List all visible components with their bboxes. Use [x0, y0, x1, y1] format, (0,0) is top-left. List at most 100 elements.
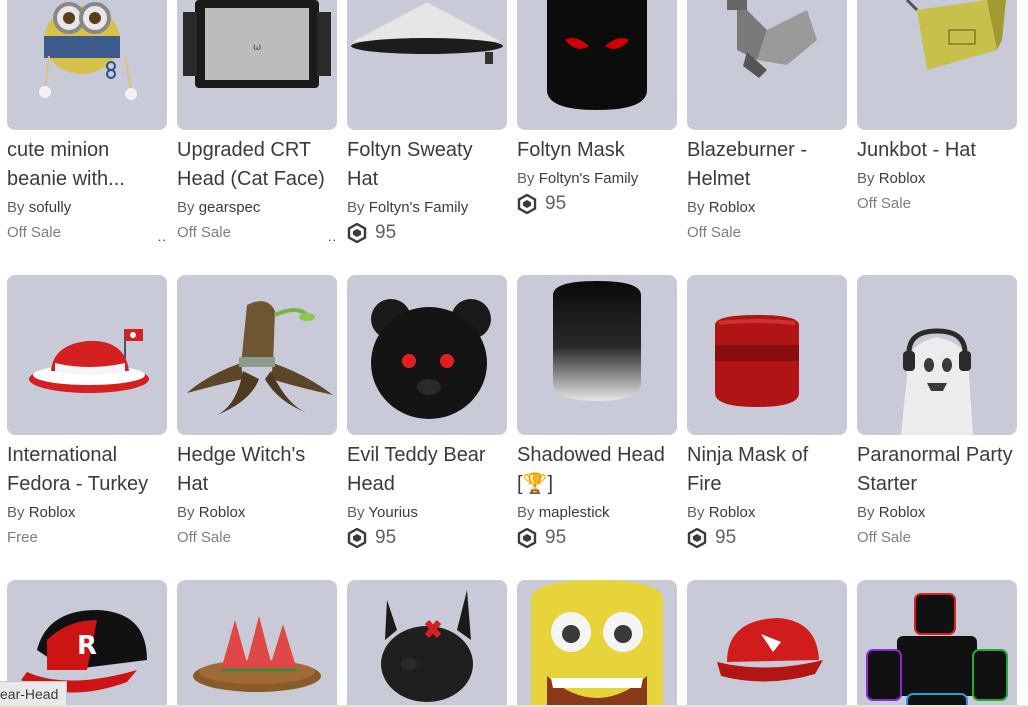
item-name[interactable]: International Fedora - Turkey — [7, 441, 167, 499]
item-card[interactable] — [347, 580, 507, 707]
item-creator: By Roblox — [687, 198, 847, 218]
creator-link[interactable]: Roblox — [199, 504, 246, 521]
item-thumbnail[interactable] — [687, 0, 847, 130]
item-thumbnail[interactable] — [687, 275, 847, 435]
blazeburner-helmet-image — [727, 0, 817, 78]
evil-teddy-image — [371, 299, 491, 419]
item-name[interactable]: Foltyn Sweaty Hat — [347, 136, 507, 194]
item-price: Off Sale .. — [7, 223, 167, 244]
item-card[interactable]: Foltyn Mask By Foltyn's Family 95 — [517, 0, 677, 243]
robux-icon — [517, 528, 537, 548]
svg-text:ω: ω — [253, 42, 261, 53]
item-price: Free — [7, 528, 167, 548]
by-label: By — [177, 504, 195, 521]
item-thumbnail[interactable] — [517, 580, 677, 707]
item-card[interactable]: Hedge Witch's Hat By Roblox Off Sale — [177, 275, 337, 548]
item-card[interactable] — [857, 580, 1017, 707]
item-card[interactable]: Blazeburner - Helmet By Roblox Off Sale — [687, 0, 847, 243]
by-label: By — [347, 199, 365, 216]
item-price: 95 — [517, 528, 677, 548]
item-thumbnail[interactable] — [687, 580, 847, 707]
item-creator: By sofully — [7, 198, 167, 218]
price-text: 95 — [375, 527, 397, 548]
item-price: Off Sale — [177, 528, 337, 548]
item-thumbnail[interactable] — [177, 275, 337, 435]
item-name[interactable]: Shadowed Head [🏆] — [517, 441, 677, 499]
item-creator: By Roblox — [177, 503, 337, 523]
item-card[interactable] — [517, 580, 677, 707]
creator-link[interactable]: Roblox — [879, 170, 926, 187]
creator-link[interactable]: maplestick — [539, 504, 610, 521]
creator-link[interactable]: sofully — [29, 199, 72, 216]
item-name[interactable]: Junkbot - Hat — [857, 136, 1017, 165]
item-card[interactable]: ω Upgraded CRT Head (Cat Face) By gearsp… — [177, 0, 337, 244]
price-text: Off Sale — [687, 224, 741, 241]
by-label: By — [857, 504, 875, 521]
item-thumbnail[interactable] — [347, 0, 507, 130]
foltyn-mask-image — [547, 0, 647, 110]
creator-link[interactable]: Roblox — [709, 199, 756, 216]
item-creator: By Foltyn's Family — [517, 169, 677, 189]
paranormal-ghost-image — [901, 328, 973, 435]
item-name[interactable]: Blazeburner - Helmet — [687, 136, 847, 194]
item-card[interactable]: Evil Teddy Bear Head By Yourius 95 — [347, 275, 507, 548]
item-creator: By Roblox — [687, 503, 847, 523]
item-name[interactable]: Upgraded CRT Head (Cat Face) — [177, 136, 337, 194]
item-card[interactable]: cute minion beanie with... By sofully Of… — [7, 0, 167, 244]
item-thumbnail[interactable] — [517, 0, 677, 130]
item-price: 95 — [347, 528, 507, 548]
item-price: 95 — [687, 528, 847, 548]
creator-link[interactable]: Foltyn's Family — [369, 199, 469, 216]
item-card[interactable]: Ninja Mask of Fire By Roblox 95 — [687, 275, 847, 548]
item-thumbnail[interactable] — [347, 580, 507, 707]
more-dots-icon[interactable]: .. — [158, 227, 167, 247]
item-creator: By Foltyn's Family — [347, 198, 507, 218]
creator-link[interactable]: Roblox — [879, 504, 926, 521]
more-dots-icon[interactable]: .. — [328, 227, 337, 247]
by-label: By — [517, 170, 535, 187]
by-label: By — [7, 504, 25, 521]
item-name[interactable]: Hedge Witch's Hat — [177, 441, 337, 499]
item-card[interactable]: International Fedora - Turkey By Roblox … — [7, 275, 167, 548]
item-thumbnail[interactable] — [177, 580, 337, 707]
item-thumbnail[interactable] — [857, 0, 1017, 130]
item-thumbnail[interactable] — [517, 275, 677, 435]
by-label: By — [687, 504, 705, 521]
creator-link[interactable]: gearspec — [199, 199, 261, 216]
creator-link[interactable]: Roblox — [29, 504, 76, 521]
item-card[interactable]: Paranormal Party Starter By Roblox Off S… — [857, 275, 1017, 548]
creator-link[interactable]: Roblox — [709, 504, 756, 521]
minion-beanie-image — [39, 2, 137, 100]
creator-link[interactable]: Foltyn's Family — [539, 170, 639, 187]
item-thumbnail[interactable] — [857, 580, 1017, 707]
robux-icon — [517, 194, 537, 214]
item-card[interactable] — [177, 580, 337, 707]
item-name[interactable]: Foltyn Mask — [517, 136, 677, 165]
by-label: By — [857, 170, 875, 187]
catalog-row-2: International Fedora - Turkey By Roblox … — [7, 275, 1017, 548]
crt-head-image: ω — [183, 0, 331, 88]
item-creator: By Roblox — [857, 169, 1017, 189]
item-thumbnail[interactable] — [347, 275, 507, 435]
price-text: 95 — [375, 222, 397, 243]
item-card[interactable]: Foltyn Sweaty Hat By Foltyn's Family 95 — [347, 0, 507, 243]
price-text: Off Sale — [177, 529, 231, 546]
item-card[interactable]: Junkbot - Hat By Roblox Off Sale — [857, 0, 1017, 243]
item-thumbnail[interactable]: ω — [177, 0, 337, 130]
item-name[interactable]: Evil Teddy Bear Head — [347, 441, 507, 499]
creator-link[interactable]: Yourius — [368, 504, 417, 521]
item-name[interactable]: Ninja Mask of Fire — [687, 441, 847, 499]
status-tooltip: ear-Head — [0, 681, 68, 707]
item-thumbnail[interactable] — [7, 0, 167, 130]
item-name[interactable]: Paranormal Party Starter — [857, 441, 1017, 499]
item-card[interactable]: Shadowed Head [🏆] By maplestick 95 — [517, 275, 677, 548]
by-label: By — [687, 199, 705, 216]
price-text: 95 — [545, 527, 567, 548]
item-card[interactable] — [687, 580, 847, 707]
price-text: Off Sale — [857, 195, 911, 212]
black-bunny-head-image — [381, 590, 473, 702]
item-name[interactable]: cute minion beanie with... — [7, 136, 167, 194]
item-thumbnail[interactable] — [7, 275, 167, 435]
item-thumbnail[interactable] — [857, 275, 1017, 435]
item-creator: By gearspec — [177, 198, 337, 218]
